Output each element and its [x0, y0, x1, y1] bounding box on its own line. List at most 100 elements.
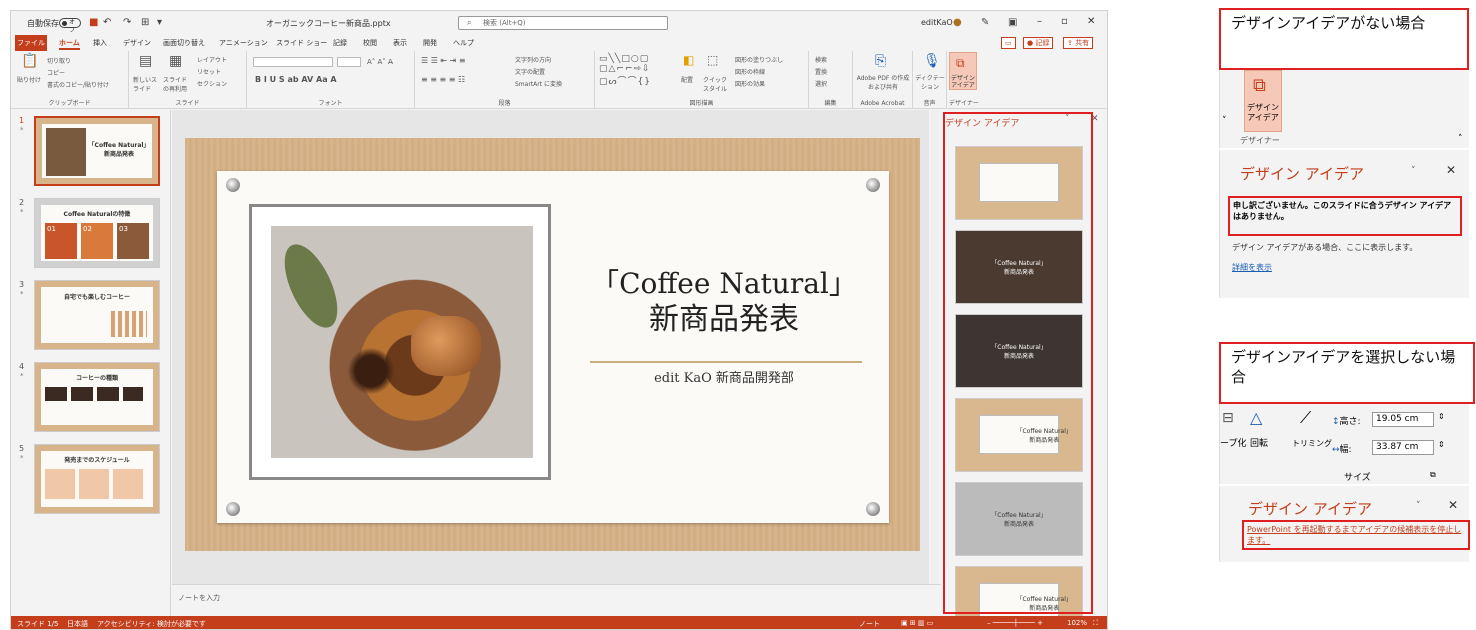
font-name-box[interactable]: [253, 57, 333, 67]
copy-button[interactable]: コピー: [47, 68, 65, 77]
layout-button[interactable]: レイアウト: [197, 55, 227, 64]
rotate-icon[interactable]: △: [1250, 408, 1262, 427]
dictate-label[interactable]: ディクテーション: [915, 73, 945, 91]
view-buttons[interactable]: ▣ ⊞ ▥ ▭: [901, 619, 933, 627]
replace-button[interactable]: 置換: [815, 67, 827, 76]
font-style-buttons[interactable]: B I U S ab AV Aa A: [255, 75, 337, 84]
find-button[interactable]: 検索: [815, 55, 827, 64]
minimize-icon[interactable]: –: [1037, 16, 1042, 27]
tab-review[interactable]: 校閲: [363, 38, 377, 48]
font-size-box[interactable]: [337, 57, 361, 67]
arrange-icon[interactable]: ◧: [683, 53, 694, 67]
slide-thumbnail-4[interactable]: コーヒーの種類: [34, 362, 160, 432]
zoom-level[interactable]: 102%: [1067, 619, 1087, 627]
file-name[interactable]: オーガニックコーヒー新商品.pptx: [266, 18, 391, 29]
tab-view[interactable]: 表示: [393, 38, 407, 48]
shape-effect-button[interactable]: 図形の効果: [735, 79, 765, 88]
zoom-slider[interactable]: – ─────┼──── +: [987, 619, 1043, 627]
undo-icon[interactable]: ↶: [103, 17, 111, 28]
paste-label[interactable]: 貼り付け: [17, 75, 41, 84]
tab-animations[interactable]: アニメーション: [219, 38, 268, 48]
quick-style-label[interactable]: クイックスタイル: [703, 75, 729, 93]
shapes-gallery[interactable]: ▭╲╲□○▢ ▢△⌐⌐⇨⇩ ▢ᔕ⌒⌒{}: [599, 54, 651, 87]
tab-design[interactable]: デザイン: [123, 38, 151, 48]
microphone-icon[interactable]: 🎙: [923, 53, 941, 69]
align-text-button[interactable]: 文字の配置: [515, 67, 545, 76]
align-buttons[interactable]: ≡ ≡ ≡ ≡ ☷: [421, 75, 465, 84]
notes-pane[interactable]: ノートを入力: [172, 584, 942, 616]
group-icon[interactable]: ⊟: [1222, 410, 1234, 426]
search-box[interactable]: ⌕ 検索 (Alt+Q): [458, 16, 668, 30]
collapse-icon[interactable]: ˄: [1458, 134, 1463, 144]
share-button[interactable]: ⇪ 共有: [1063, 37, 1094, 49]
dialog-launcher-icon[interactable]: ⧉: [1430, 470, 1436, 480]
design-ideas-button-zoom[interactable]: ⧉ デザイン アイデア: [1244, 70, 1282, 132]
customize-icon[interactable]: ▾: [157, 17, 162, 28]
paste-icon[interactable]: 📋: [21, 53, 38, 69]
smartart-button[interactable]: SmartArt に変換: [515, 79, 562, 88]
crop-icon[interactable]: ⟋: [1300, 408, 1311, 428]
format-painter-button[interactable]: 書式のコピー/貼り付け: [47, 80, 109, 89]
save-icon[interactable]: ■: [89, 17, 98, 28]
chevron-down-icon[interactable]: ˅: [1416, 501, 1421, 511]
fit-window-icon[interactable]: ⛶: [1093, 619, 1098, 628]
select-button[interactable]: 選択: [815, 79, 827, 88]
ribbon-display-icon[interactable]: ▣: [1008, 17, 1017, 28]
shape-outline-button[interactable]: 図形の枠線: [735, 67, 765, 76]
slide-thumbnail-1[interactable]: 「Coffee Natural」新商品発表: [34, 116, 160, 186]
height-field[interactable]: 19.05 cm: [1372, 412, 1434, 427]
slide-thumbnail-2[interactable]: Coffee Naturalの特徴 01 02 03: [34, 198, 160, 268]
new-slide-label[interactable]: 新しいスライド: [133, 75, 161, 93]
pen-icon[interactable]: ✎: [981, 17, 989, 28]
details-link[interactable]: 詳細を表示: [1232, 262, 1272, 273]
language-indicator[interactable]: 日本語: [67, 619, 88, 629]
adobe-pdf-icon[interactable]: ⎘: [875, 53, 886, 69]
restore-icon[interactable]: ▫: [1061, 16, 1068, 27]
list-buttons[interactable]: ☰ ☰ ⇤ ⇥ ≡: [421, 56, 466, 65]
slide-subtitle[interactable]: edit KaO 新商品開発部: [579, 367, 869, 386]
tab-file[interactable]: ファイル: [15, 35, 47, 51]
slide-title[interactable]: 「Coffee Natural」 新商品発表: [579, 266, 869, 338]
avatar-icon[interactable]: ●: [953, 17, 962, 28]
slide-scrollbar[interactable]: [931, 110, 939, 584]
slide-thumbnail-3[interactable]: 自宅でも楽しむコーヒー: [34, 280, 160, 350]
tab-transitions[interactable]: 画面切り替え: [163, 38, 205, 48]
present-icon[interactable]: ⊞: [141, 17, 149, 28]
arrange-label[interactable]: 配置: [681, 75, 693, 84]
tab-slideshow[interactable]: スライド ショー: [276, 38, 327, 48]
adobe-pdf-label[interactable]: Adobe PDF の作成および共有: [855, 73, 911, 91]
width-field[interactable]: 33.87 cm: [1372, 440, 1434, 455]
shape-fill-button[interactable]: 図形の塗りつぶし: [735, 55, 783, 64]
redo-icon[interactable]: ↷: [123, 17, 131, 28]
design-ideas-button[interactable]: ⧉ デザインアイデア: [949, 52, 977, 90]
chevron-down-icon[interactable]: ˅: [1411, 166, 1416, 176]
crop-label[interactable]: トリミング: [1292, 438, 1332, 449]
group-label-fragment[interactable]: ープ化: [1220, 436, 1246, 449]
restart-message-link[interactable]: PowerPoint を再起動するまでアイデアの候補表示を停止します。: [1242, 520, 1470, 550]
close-icon[interactable]: ✕: [1087, 16, 1095, 27]
reuse-slide-icon[interactable]: ▦: [169, 53, 182, 69]
photo-frame[interactable]: [249, 204, 551, 480]
height-spinner-icon[interactable]: ⇕: [1438, 412, 1445, 421]
reuse-slide-label[interactable]: スライドの再利用: [163, 75, 191, 93]
reset-button[interactable]: リセット: [197, 67, 221, 76]
autosave-toggle[interactable]: オフ: [59, 18, 81, 34]
slide-thumbnail-5[interactable]: 発売までのスケジュール: [34, 444, 160, 514]
new-slide-icon[interactable]: ▤: [139, 53, 152, 69]
section-button[interactable]: セクション: [197, 79, 227, 88]
comments-icon[interactable]: ▭: [1001, 37, 1016, 49]
tab-record[interactable]: 記録: [333, 38, 347, 48]
tab-insert[interactable]: 挿入: [93, 38, 107, 48]
cut-button[interactable]: 切り取り: [47, 56, 71, 65]
text-direction-button[interactable]: 文字列の方向: [515, 55, 551, 64]
record-button[interactable]: ● 記録: [1023, 37, 1054, 49]
tab-home[interactable]: ホーム: [59, 38, 80, 50]
user-name[interactable]: editKaO: [921, 18, 953, 27]
tab-help[interactable]: ヘルプ: [453, 38, 474, 48]
close-icon[interactable]: ✕: [1448, 498, 1458, 512]
accessibility-indicator[interactable]: アクセシビリティ: 検討が必要です: [97, 619, 206, 629]
close-icon[interactable]: ✕: [1446, 163, 1456, 177]
notes-button[interactable]: ノート: [859, 619, 880, 629]
tab-developer[interactable]: 開発: [423, 38, 437, 48]
font-size-buttons[interactable]: A˄ A˅ A̶: [367, 58, 393, 66]
